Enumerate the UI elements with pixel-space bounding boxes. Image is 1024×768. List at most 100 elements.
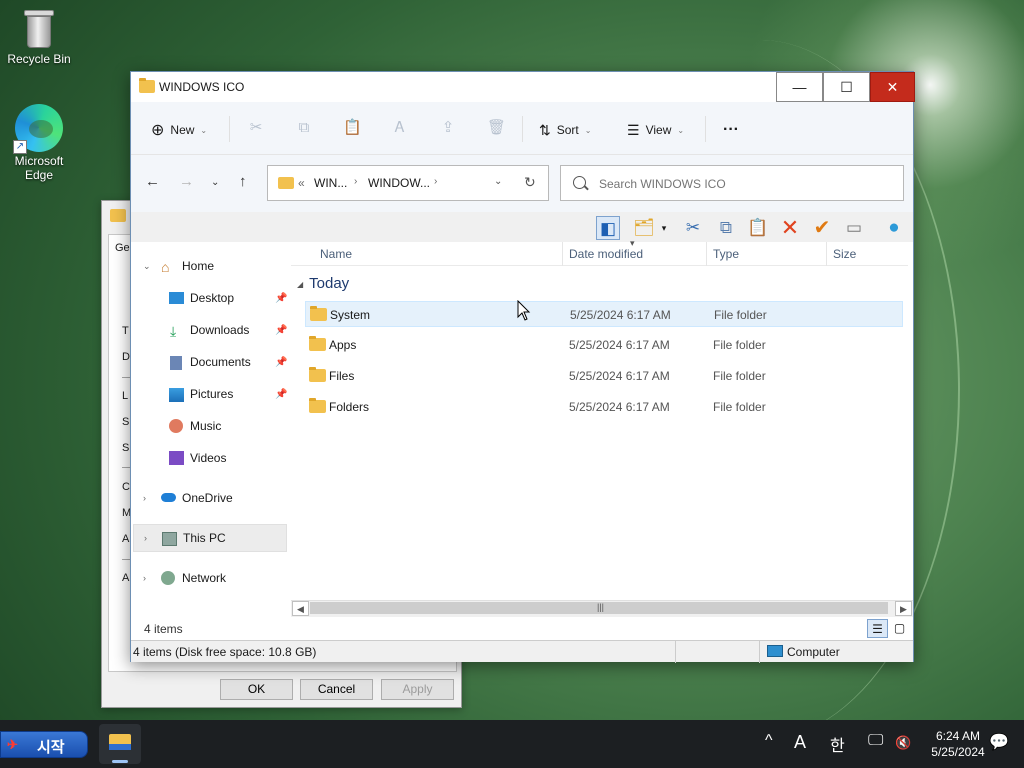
minimize-button[interactable]: — — [776, 72, 823, 102]
desktop-icon-edge[interactable]: ↗ Microsoft Edge — [1, 104, 77, 182]
file-row[interactable]: Folders 5/25/2024 6:17 AM File folder — [305, 394, 903, 420]
delete-x-icon[interactable]: ✕ — [778, 216, 802, 240]
file-row[interactable]: Files 5/25/2024 6:17 AM File folder — [305, 363, 903, 389]
title-bar[interactable]: WINDOWS ICO — ☐ ✕ — [131, 72, 915, 102]
taskbar-file-explorer[interactable] — [99, 724, 141, 764]
collapsed-chevron-icon[interactable]: › — [143, 573, 146, 583]
nav-item-documents[interactable]: Documents 📌 — [133, 348, 287, 376]
close-button[interactable]: ✕ — [870, 72, 915, 102]
nav-item-pictures[interactable]: Pictures 📌 — [133, 380, 287, 408]
plus-circle-icon: ⊕ — [151, 122, 165, 139]
share-icon[interactable]: ⇪ — [439, 119, 457, 137]
group-header-today[interactable]: ◢ Today — [297, 275, 349, 292]
sort-button[interactable]: ⇅ Sort ⌄ — [539, 119, 591, 141]
volume-muted-icon[interactable]: 🔇 — [895, 735, 911, 751]
taskbar: ✈ 시작 ^ A 한 🖵 🔇 6:24 AM 5/25/2024 💬 — [0, 720, 1024, 768]
details-view-icon[interactable]: ☰ — [867, 619, 888, 638]
ok-button[interactable]: OK — [220, 679, 293, 700]
horizontal-scrollbar[interactable]: ◀ ▶ ||| — [291, 600, 913, 617]
column-header-name[interactable]: Name — [320, 247, 352, 261]
cut-icon[interactable]: ✂ — [247, 119, 265, 137]
network-status-icon[interactable]: 🖵 — [868, 732, 883, 750]
copy-icon[interactable]: ⧉ — [295, 119, 313, 137]
breadcrumb-item[interactable]: WINDOW... — [368, 176, 430, 190]
this-pc-icon — [162, 532, 177, 546]
nav-item-downloads[interactable]: ⤓ Downloads 📌 — [133, 316, 287, 344]
new-button[interactable]: ⊕ New ⌄ — [151, 119, 207, 141]
properties-icon[interactable]: ▭ — [842, 216, 866, 240]
nav-item-label: This PC — [183, 531, 226, 545]
ime-mode-icon[interactable]: A — [794, 732, 806, 753]
paste-icon[interactable]: 📋 — [746, 216, 770, 240]
column-header-date[interactable]: Date modified — [569, 247, 643, 261]
pin-icon[interactable]: 📌 — [275, 389, 287, 400]
back-arrow-icon[interactable]: ← — [145, 173, 160, 190]
breadcrumb-item[interactable]: WIN... — [314, 176, 347, 190]
pin-icon[interactable]: 📌 — [275, 357, 287, 368]
scroll-left-icon[interactable]: ◀ — [292, 601, 309, 616]
scroll-right-icon[interactable]: ▶ — [895, 601, 912, 616]
ime-hangul-icon[interactable]: 한 — [830, 732, 845, 756]
start-button[interactable]: ✈ 시작 — [0, 731, 88, 758]
globe-icon[interactable]: ● — [882, 216, 906, 240]
checkmark-icon[interactable]: ✔ — [810, 216, 834, 240]
cut-icon[interactable]: ✂ — [681, 216, 705, 240]
file-list[interactable]: Name Date modified ▾ Type Size ◢ Today Sy… — [291, 238, 913, 612]
rename-icon[interactable]: Ꭺ — [391, 119, 409, 137]
preview-pane-icon[interactable]: ◧ — [596, 216, 620, 240]
cancel-button[interactable]: Cancel — [300, 679, 373, 700]
classic-status-bar: 4 items (Disk free space: 10.8 GB) Compu… — [131, 640, 913, 663]
nav-item-label: Pictures — [190, 387, 234, 401]
search-box[interactable] — [560, 165, 904, 201]
column-divider[interactable] — [562, 242, 563, 266]
folder-options-dropdown-icon[interactable]: ▾ — [657, 216, 671, 240]
expanded-chevron-icon[interactable]: ⌄ — [143, 261, 151, 272]
more-options-button[interactable]: ··· — [723, 119, 739, 141]
system-clock[interactable]: 6:24 AM 5/25/2024 — [918, 728, 998, 760]
tray-overflow-chevron-icon[interactable]: ^ — [765, 732, 773, 750]
folder-options-icon[interactable]: 🗂 — [632, 216, 656, 240]
group-collapse-icon[interactable]: ◢ — [297, 280, 303, 289]
up-arrow-icon[interactable]: ↑ — [239, 173, 247, 190]
recent-locations-chevron-icon[interactable]: ⌄ — [211, 177, 219, 188]
column-header-size[interactable]: Size — [833, 247, 856, 261]
file-row[interactable]: Apps 5/25/2024 6:17 AM File folder — [305, 332, 903, 358]
column-divider[interactable] — [706, 242, 707, 266]
breadcrumb-overflow[interactable]: « — [298, 176, 305, 190]
paste-icon[interactable]: 📋 — [343, 119, 362, 137]
address-bar[interactable]: « WIN... › WINDOW... › ⌄ ↻ — [267, 165, 549, 201]
search-input[interactable] — [599, 175, 889, 193]
nav-item-label: Music — [190, 419, 222, 433]
notifications-icon[interactable]: 💬 — [989, 732, 1009, 752]
nav-item-this-pc[interactable]: › This PC — [133, 524, 287, 552]
view-button[interactable]: ☰ View ⌄ — [627, 119, 684, 141]
documents-icon — [170, 356, 182, 370]
nav-item-music[interactable]: Music — [133, 412, 283, 440]
nav-item-network[interactable]: › Network — [133, 564, 283, 592]
file-explorer-window[interactable]: WINDOWS ICO — ☐ ✕ ⊕ New ⌄ ✂ ⧉ 📋 Ꭺ ⇪ 🗑 ⇅ … — [130, 71, 915, 663]
dialog-tab-general[interactable]: Ge — [115, 242, 130, 254]
column-headers: Name Date modified ▾ Type Size — [291, 238, 908, 266]
maximize-button[interactable]: ☐ — [823, 72, 870, 102]
file-row[interactable]: System 5/25/2024 6:17 AM File folder — [305, 301, 903, 327]
collapsed-chevron-icon[interactable]: › — [144, 533, 147, 543]
onedrive-icon — [161, 493, 176, 502]
refresh-icon[interactable]: ↻ — [524, 174, 536, 191]
copy-icon[interactable]: ⧉ — [714, 216, 738, 240]
nav-item-videos[interactable]: Videos — [133, 444, 283, 472]
nav-item-home[interactable]: ⌄ ⌂ Home — [133, 252, 283, 280]
pin-icon[interactable]: 📌 — [275, 325, 287, 336]
column-divider[interactable] — [826, 242, 827, 266]
collapsed-chevron-icon[interactable]: › — [143, 493, 146, 503]
column-header-type[interactable]: Type — [713, 247, 739, 261]
start-label: 시작 — [37, 739, 65, 756]
dialog-label: C — [122, 481, 130, 493]
nav-item-onedrive[interactable]: › OneDrive — [133, 484, 283, 512]
folder-icon — [110, 209, 126, 222]
large-icons-view-icon[interactable]: ▢ — [889, 619, 910, 638]
nav-item-desktop[interactable]: Desktop 📌 — [133, 284, 287, 312]
delete-icon[interactable]: 🗑 — [487, 119, 506, 137]
address-dropdown-icon[interactable]: ⌄ — [494, 176, 502, 187]
desktop-icon-recycle-bin[interactable]: Recycle Bin — [1, 6, 77, 66]
pin-icon[interactable]: 📌 — [275, 293, 287, 304]
